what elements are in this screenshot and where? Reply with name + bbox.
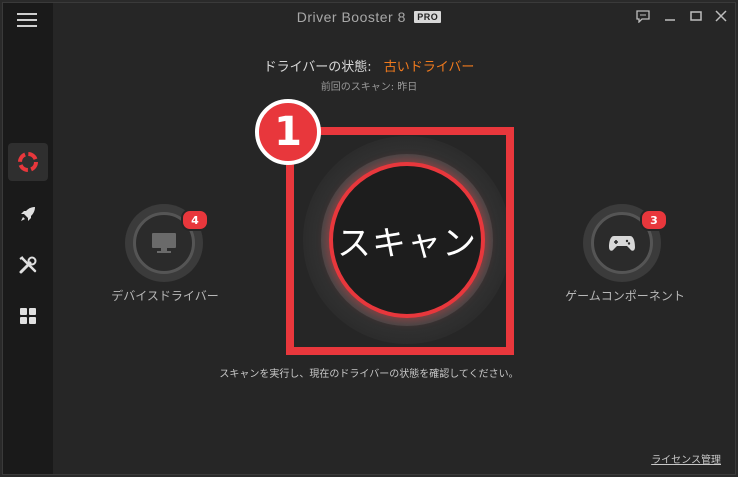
app-title: Driver Booster 8 <box>296 9 406 25</box>
minimize-icon[interactable] <box>662 8 678 24</box>
feedback-icon[interactable] <box>635 8 651 24</box>
grid-icon <box>20 308 36 324</box>
lifebuoy-icon <box>18 152 38 172</box>
scan-button-label: スキャン <box>337 223 477 264</box>
monitor-icon <box>152 233 176 253</box>
status-label: ドライバーの状態: <box>263 60 372 75</box>
pro-badge: PRO <box>414 11 442 23</box>
tools-icon <box>19 256 37 274</box>
gamepad-icon <box>609 236 635 251</box>
license-management-link[interactable]: ライセンス管理 <box>651 451 721 466</box>
device-drivers-count-badge: 4 <box>181 209 209 231</box>
game-components-count-badge: 3 <box>640 209 668 231</box>
app-window: Driver Booster 8 PRO ドライバーの状態: 古いドライバー 前回… <box>2 2 736 475</box>
maximize-icon[interactable] <box>688 8 704 24</box>
step-number-badge: 1 <box>255 99 321 165</box>
window-title: Driver Booster 8 PRO <box>3 9 735 25</box>
device-drivers-label: デバイスドライバー <box>111 289 219 303</box>
sidebar-item-tools[interactable] <box>8 246 48 284</box>
game-components-label: ゲームコンポーネント <box>565 289 685 303</box>
status-value: 古いドライバー <box>383 60 475 75</box>
last-scan-text: 前回のスキャン: 昨日 <box>320 82 418 93</box>
close-icon[interactable] <box>713 8 729 24</box>
rocket-icon <box>21 207 35 221</box>
driver-status: ドライバーの状態: 古いドライバー <box>3 56 735 75</box>
sidebar-item-boost[interactable] <box>8 195 48 233</box>
scan-hint: スキャンを実行し、現在のドライバーの状態を確認してください。 <box>219 369 519 380</box>
scan-button[interactable]: スキャン <box>329 162 485 318</box>
sidebar-item-scan[interactable] <box>8 143 48 181</box>
sidebar-item-action-center[interactable] <box>8 297 48 335</box>
